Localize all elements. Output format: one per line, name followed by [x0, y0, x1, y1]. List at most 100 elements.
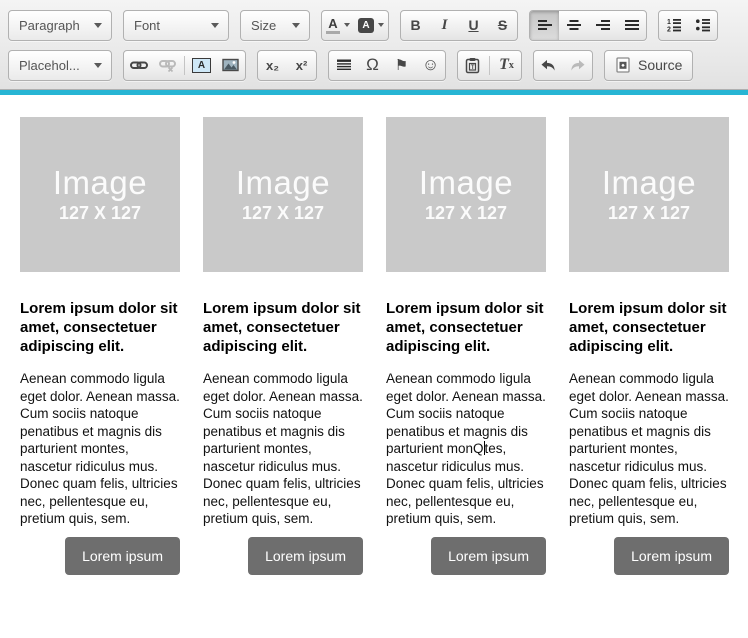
content-column-1: Image 127 X 127 Lorem ipsum dolor sit am… [20, 117, 180, 575]
svg-text:T: T [471, 64, 475, 70]
chevron-down-icon [378, 23, 384, 27]
alignment-group [529, 10, 647, 41]
toolbar-row-1: Paragraph Font Size A A [8, 5, 740, 45]
bold-button[interactable]: B [401, 11, 430, 40]
subscript-icon: x₂ [266, 58, 279, 73]
image-placeholder-size: 127 X 127 [242, 203, 324, 224]
underline-button[interactable]: U [459, 11, 488, 40]
image-placeholder-label: Image [236, 166, 330, 199]
link-button[interactable] [124, 51, 153, 80]
content-column-2: Image 127 X 127 Lorem ipsum dolor sit am… [203, 117, 363, 575]
horizontal-rule-button[interactable] [329, 51, 358, 80]
text-color-icon: A [326, 17, 340, 34]
anchor-placeholder-button[interactable]: A [187, 51, 216, 80]
bulleted-list-icon [695, 17, 711, 33]
toolbar-separator [184, 56, 185, 75]
svg-text:1: 1 [667, 19, 671, 26]
image-placeholder-label: Image [419, 166, 513, 199]
column-heading[interactable]: Lorem ipsum dolor sit amet, consectetuer… [203, 299, 363, 356]
text-color-button[interactable]: A [322, 11, 354, 40]
undo-icon [540, 57, 557, 73]
image-placeholder-size: 127 X 127 [425, 203, 507, 224]
column-heading[interactable]: Lorem ipsum dolor sit amet, consectetuer… [569, 299, 729, 356]
image-placeholder-label: Image [602, 166, 696, 199]
chevron-down-icon [211, 23, 219, 28]
font-family-dropdown[interactable]: Font [123, 10, 229, 41]
color-button-group: A A [321, 10, 389, 41]
image-icon [222, 57, 239, 73]
paragraph-format-label: Paragraph [19, 18, 80, 33]
svg-text:2: 2 [667, 27, 671, 34]
undo-button[interactable] [534, 51, 563, 80]
image-placeholder-size: 127 X 127 [608, 203, 690, 224]
column-body-text[interactable]: Aenean commodo ligula eget dolor. Aenean… [20, 370, 180, 528]
redo-icon [569, 57, 586, 73]
smiley-icon: ☺ [422, 55, 439, 75]
column-body-text[interactable]: Aenean commodo ligula eget dolor. Aenean… [569, 370, 729, 528]
source-group: Source [604, 50, 693, 81]
superscript-button[interactable]: x² [287, 51, 316, 80]
link-icon [130, 57, 148, 73]
strikethrough-icon: S [498, 17, 507, 33]
bulleted-list-button[interactable] [688, 11, 717, 40]
align-left-button[interactable] [530, 11, 559, 40]
italic-button[interactable]: I [430, 11, 459, 40]
superscript-icon: x² [296, 58, 308, 73]
placeholder-dropdown-label: Placehol... [19, 58, 80, 73]
insert-group: Ω ⚑ ☺ [328, 50, 446, 81]
lorem-ipsum-button[interactable]: Lorem ipsum [65, 537, 180, 575]
special-character-button[interactable]: Ω [358, 51, 387, 80]
align-right-button[interactable] [588, 11, 617, 40]
image-placeholder[interactable]: Image 127 X 127 [386, 117, 546, 272]
redo-button[interactable] [563, 51, 592, 80]
lorem-ipsum-button[interactable]: Lorem ipsum [431, 537, 546, 575]
align-justify-button[interactable] [617, 11, 646, 40]
align-center-icon [566, 17, 582, 33]
source-button[interactable]: Source [605, 51, 692, 80]
toolbar-separator [489, 56, 490, 75]
source-code-icon [615, 57, 631, 73]
unlink-button[interactable] [153, 51, 182, 80]
link-group: A [123, 50, 246, 81]
lorem-ipsum-button[interactable]: Lorem ipsum [614, 537, 729, 575]
special-character-icon: Ω [366, 55, 379, 75]
chevron-down-icon [344, 23, 350, 27]
image-placeholder[interactable]: Image 127 X 127 [569, 117, 729, 272]
placeholder-dropdown[interactable]: Placehol... [8, 50, 112, 81]
background-color-button[interactable]: A [354, 11, 388, 40]
sub-sup-group: x₂ x² [257, 50, 317, 81]
numbered-list-button[interactable]: 1 2 [659, 11, 688, 40]
image-placeholder[interactable]: Image 127 X 127 [20, 117, 180, 272]
italic-icon: I [442, 17, 448, 34]
align-center-button[interactable] [559, 11, 588, 40]
underline-icon: U [468, 17, 478, 33]
column-heading[interactable]: Lorem ipsum dolor sit amet, consectetuer… [386, 299, 546, 356]
lorem-ipsum-button[interactable]: Lorem ipsum [248, 537, 363, 575]
unlink-icon [159, 57, 177, 73]
strikethrough-button[interactable]: S [488, 11, 517, 40]
remove-format-button[interactable]: Tx [492, 51, 521, 80]
anchor-button[interactable]: ⚑ [387, 51, 416, 80]
paste-format-group: T Tx [457, 50, 522, 81]
align-justify-icon [624, 17, 640, 33]
editor-toolbar: Paragraph Font Size A A [0, 0, 748, 90]
paragraph-format-dropdown[interactable]: Paragraph [8, 10, 112, 41]
subscript-button[interactable]: x₂ [258, 51, 287, 80]
smiley-button[interactable]: ☺ [416, 51, 445, 80]
column-heading[interactable]: Lorem ipsum dolor sit amet, consectetuer… [20, 299, 180, 356]
toolbar-row-2: Placehol... A [8, 45, 740, 85]
chevron-down-icon [94, 63, 102, 68]
chevron-down-icon [292, 23, 300, 28]
font-family-label: Font [134, 18, 160, 33]
list-group: 1 2 [658, 10, 718, 41]
font-size-dropdown[interactable]: Size [240, 10, 310, 41]
paste-text-button[interactable]: T [458, 51, 487, 80]
column-body-text[interactable]: Aenean commodo ligula eget dolor. Aenean… [386, 370, 546, 528]
image-placeholder-size: 127 X 127 [59, 203, 141, 224]
image-placeholder[interactable]: Image 127 X 127 [203, 117, 363, 272]
editor-content-area[interactable]: Image 127 X 127 Lorem ipsum dolor sit am… [0, 95, 748, 575]
anchor-placeholder-icon: A [192, 58, 211, 73]
basic-styles-group: B I U S [400, 10, 518, 41]
insert-image-button[interactable] [216, 51, 245, 80]
column-body-text[interactable]: Aenean commodo ligula eget dolor. Aenean… [203, 370, 363, 528]
